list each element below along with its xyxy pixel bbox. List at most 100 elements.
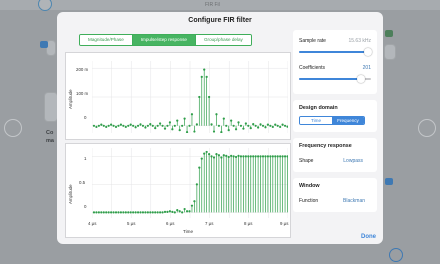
step-point: [232, 155, 235, 158]
domain-frequency-button[interactable]: Frequency: [332, 117, 364, 124]
shape-value[interactable]: Lowpass: [343, 158, 363, 164]
done-button[interactable]: Done: [361, 234, 376, 240]
step-point: [198, 166, 201, 169]
step-point: [205, 150, 208, 154]
step-point: [178, 210, 181, 213]
function-value[interactable]: Blackman: [343, 198, 365, 204]
background-nav-circle: [418, 119, 436, 137]
impulse-point: [168, 121, 172, 124]
design-domain-header: Design domain: [299, 105, 338, 111]
domain-time-button[interactable]: Time: [300, 117, 332, 124]
step-point: [254, 155, 257, 158]
step-chart-svg: [92, 148, 288, 218]
coefficients-slider-knob[interactable]: [356, 75, 365, 83]
sample-rate-slider-knob[interactable]: [364, 48, 373, 56]
step-point: [146, 211, 149, 214]
impulse-point: [283, 124, 287, 127]
waveform-icon[interactable]: [389, 248, 403, 262]
impulse-point: [190, 113, 194, 116]
step-point: [252, 155, 255, 158]
impulse-point: [159, 122, 162, 125]
impulse-point: [134, 126, 137, 129]
step-point: [269, 155, 272, 158]
step-point: [208, 153, 211, 156]
dialog-title: Configure FIR filter: [188, 17, 252, 24]
step-point: [97, 211, 100, 214]
impulse-point: [249, 127, 252, 130]
step-point: [222, 154, 225, 157]
impulse-point: [252, 122, 255, 126]
step-ytick: 0.5: [79, 180, 86, 185]
step-point: [271, 155, 274, 158]
step-point: [134, 211, 137, 214]
step-point: [210, 155, 213, 158]
impulse-point: [112, 124, 115, 127]
step-point: [112, 211, 115, 214]
impulse-point: [97, 124, 100, 127]
step-point: [261, 155, 265, 158]
tab-group-phase-delay[interactable]: Group/phase delay: [195, 35, 251, 45]
impulse-point: [225, 124, 228, 127]
step-point: [195, 183, 198, 186]
step-point: [139, 211, 142, 214]
impulse-point: [171, 128, 174, 131]
background-block: [384, 44, 396, 60]
x-tick: 5 µs: [127, 221, 136, 226]
impulse-point: [242, 127, 245, 130]
step-point: [215, 153, 218, 156]
impulse-point: [212, 130, 216, 133]
step-point: [107, 211, 110, 214]
impulse-point: [95, 125, 98, 129]
step-point: [217, 154, 221, 157]
step-point: [200, 157, 203, 160]
x-axis-label: Time: [183, 229, 194, 234]
impulse-point: [92, 124, 96, 127]
step-point: [183, 207, 186, 211]
impulse-point: [281, 123, 284, 126]
background-block-label: ma: [46, 138, 54, 144]
step-point: [266, 155, 270, 158]
step-point: [136, 211, 140, 214]
step-point: [114, 211, 118, 214]
step-point: [276, 155, 279, 158]
sample-rate-slider[interactable]: [299, 48, 373, 56]
impulse-point: [257, 126, 260, 129]
tab-magnitude-phase[interactable]: Magnitude/Phase: [80, 35, 133, 45]
impulse-point: [234, 128, 238, 131]
step-point: [159, 211, 162, 214]
impulse-point: [200, 75, 203, 78]
x-tick: 7 µs: [205, 221, 214, 226]
step-point: [163, 210, 167, 213]
tab-impulse-step-response[interactable]: Impulse/step response: [132, 35, 196, 45]
step-point: [92, 211, 96, 214]
step-point: [173, 211, 176, 214]
coefficients-value: 201: [362, 65, 371, 71]
step-point: [105, 211, 108, 214]
impulse-point: [222, 117, 225, 120]
impulse-point: [151, 124, 154, 127]
step-point: [127, 211, 130, 214]
impulse-point: [244, 122, 247, 125]
step-point: [141, 211, 145, 214]
step-point: [166, 210, 169, 213]
impulse-point: [146, 124, 149, 127]
step-point: [227, 155, 230, 159]
step-point: [110, 211, 113, 214]
impulse-point: [261, 124, 265, 127]
step-ylabel: Amplitude: [68, 184, 73, 204]
sample-rate-label: Sample rate: [299, 38, 326, 44]
impulse-point: [181, 124, 184, 127]
step-point: [156, 211, 159, 214]
sample-rate-value: 15.63 kHz: [348, 38, 371, 44]
step-point: [242, 155, 245, 158]
background-title: FIR Fil: [205, 2, 220, 8]
impulse-point: [156, 124, 159, 127]
impulse-point: [166, 124, 169, 127]
step-point: [185, 210, 189, 213]
step-point: [129, 211, 132, 214]
step-point: [176, 209, 179, 212]
coefficients-slider[interactable]: [299, 75, 371, 83]
impulse-point: [188, 124, 191, 127]
step-point: [274, 155, 277, 158]
impulse-point: [185, 131, 189, 133]
